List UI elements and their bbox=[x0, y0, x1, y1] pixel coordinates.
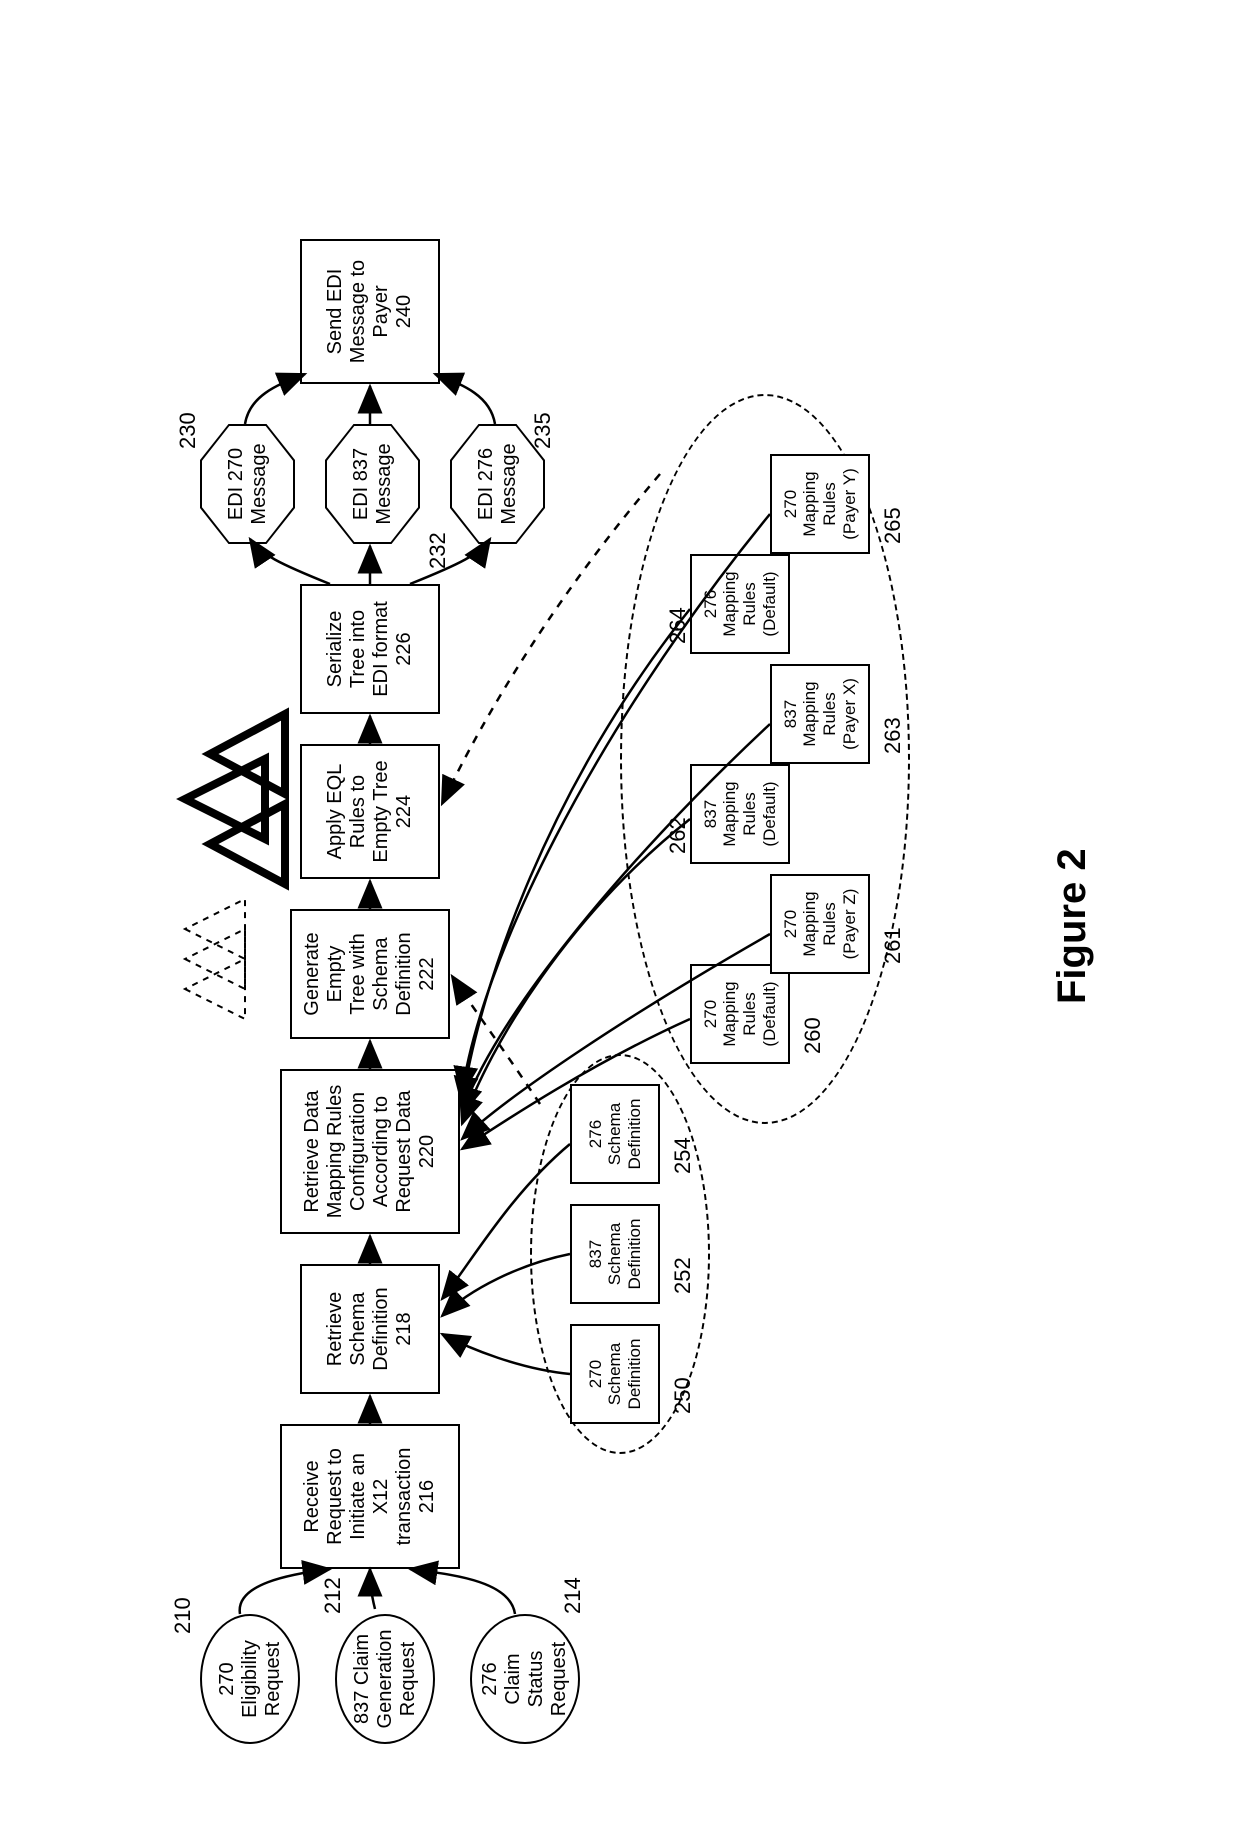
step-serialize: SerializeTree intoEDI format226 bbox=[300, 584, 440, 714]
schema-270: 270SchemaDefinition bbox=[570, 1324, 660, 1424]
ref-263: 263 bbox=[880, 717, 906, 754]
ref-235: 235 bbox=[530, 412, 556, 449]
connectors-overlay bbox=[70, 64, 1170, 1764]
ref-265: 265 bbox=[880, 507, 906, 544]
input-837-claim-gen: 837 ClaimGenerationRequest bbox=[335, 1614, 435, 1744]
ref-210: 210 bbox=[170, 1597, 196, 1634]
ref-254: 254 bbox=[670, 1137, 696, 1174]
edi-270-message: EDI 270Message bbox=[200, 424, 295, 544]
step-apply-eql: Apply EQLRules toEmpty Tree224 bbox=[300, 744, 440, 879]
rule-837-payerx: 837MappingRules(Payer X) bbox=[770, 664, 870, 764]
ref-252: 252 bbox=[670, 1257, 696, 1294]
rule-837-default: 837MappingRules(Default) bbox=[690, 764, 790, 864]
input-270-eligibility: 270EligibilityRequest bbox=[200, 1614, 300, 1744]
diagram-canvas: 270EligibilityRequest 210 837 ClaimGener… bbox=[70, 64, 1170, 1764]
ref-261: 261 bbox=[880, 927, 906, 964]
ref-230: 230 bbox=[175, 412, 201, 449]
figure-label: Figure 2 bbox=[1050, 848, 1095, 1004]
rule-270-payery: 270MappingRules(Payer Y) bbox=[770, 454, 870, 554]
ref-232: 232 bbox=[425, 532, 451, 569]
ref-262: 262 bbox=[665, 817, 691, 854]
schema-837: 837SchemaDefinition bbox=[570, 1204, 660, 1304]
ref-264: 264 bbox=[665, 607, 691, 644]
step-retrieve-schema: RetrieveSchemaDefinition218 bbox=[300, 1264, 440, 1394]
step-send: Send EDIMessage toPayer240 bbox=[300, 239, 440, 384]
rule-270-payerz: 270MappingRules(Payer Z) bbox=[770, 874, 870, 974]
ref-214: 214 bbox=[560, 1577, 586, 1614]
step-generate-tree: GenerateEmptyTree withSchemaDefinition22… bbox=[290, 909, 450, 1039]
edi-837-message: EDI 837Message bbox=[325, 424, 420, 544]
rule-270-default: 270MappingRules(Default) bbox=[690, 964, 790, 1064]
schema-276: 276SchemaDefinition bbox=[570, 1084, 660, 1184]
step-receive: ReceiveRequest toInitiate anX12transacti… bbox=[280, 1424, 460, 1569]
rule-276-default: 276MappingRules(Default) bbox=[690, 554, 790, 654]
input-276-claim-status: 276ClaimStatusRequest bbox=[470, 1614, 580, 1744]
ref-212: 212 bbox=[320, 1577, 346, 1614]
ref-250: 250 bbox=[670, 1377, 696, 1414]
step-retrieve-mapping: Retrieve DataMapping RulesConfigurationA… bbox=[280, 1069, 460, 1234]
ref-260: 260 bbox=[800, 1017, 826, 1054]
